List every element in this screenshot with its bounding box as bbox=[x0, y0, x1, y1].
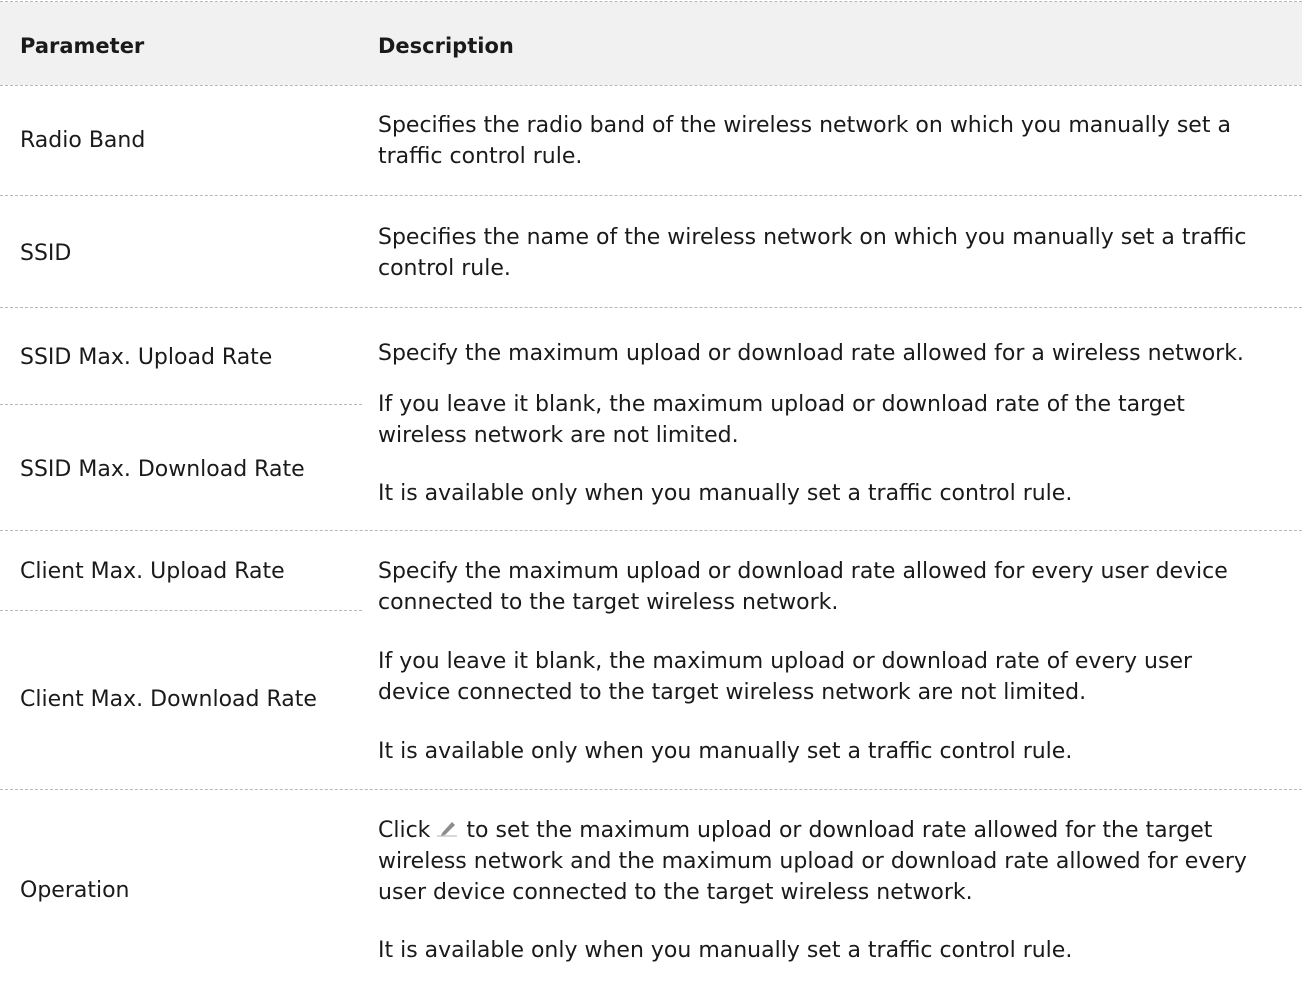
param-client-max-download-rate: Client Max. Download Rate bbox=[20, 687, 317, 712]
desc-ssid-rate-p2-line2: wireless network are not limited. bbox=[378, 423, 739, 448]
param-ssid-max-download-rate: SSID Max. Download Rate bbox=[20, 457, 305, 482]
header-description: Description bbox=[378, 34, 514, 58]
desc-operation-line3: user device connected to the target wire… bbox=[378, 880, 973, 905]
desc-operation-p2: It is available only when you manually s… bbox=[378, 938, 1073, 963]
desc-ssid-rate-p2-line1: If you leave it blank, the maximum uploa… bbox=[378, 392, 1185, 417]
divider bbox=[0, 610, 362, 611]
divider bbox=[0, 404, 362, 405]
desc-radio-band-line2: traffic control rule. bbox=[378, 144, 583, 169]
desc-client-rate-p2-line1: If you leave it blank, the maximum uploa… bbox=[378, 649, 1193, 674]
param-ssid-max-upload-rate: SSID Max. Upload Rate bbox=[20, 345, 273, 370]
desc-radio-band-line1: Specifies the radio band of the wireless… bbox=[378, 113, 1231, 138]
desc-ssid-rate-p1: Specify the maximum upload or download r… bbox=[378, 341, 1244, 366]
divider bbox=[0, 307, 1302, 308]
divider bbox=[0, 530, 1302, 531]
divider bbox=[0, 789, 1302, 790]
table-header bbox=[0, 2, 1302, 85]
desc-ssid-rate-p3: It is available only when you manually s… bbox=[378, 481, 1073, 506]
desc-operation-line1: Click to set the maximum upload or downl… bbox=[378, 815, 1212, 846]
desc-ssid-line1: Specifies the name of the wireless netwo… bbox=[378, 225, 1247, 250]
param-radio-band: Radio Band bbox=[20, 128, 146, 153]
header-parameter: Parameter bbox=[20, 34, 145, 58]
param-client-max-upload-rate: Client Max. Upload Rate bbox=[20, 559, 285, 584]
divider bbox=[0, 195, 1302, 196]
divider bbox=[0, 85, 1302, 86]
divider bbox=[0, 1, 1302, 2]
edit-pencil-icon bbox=[434, 817, 460, 839]
param-ssid: SSID bbox=[20, 241, 72, 266]
parameter-table: Parameter Description Radio Band Specifi… bbox=[0, 0, 1302, 988]
desc-client-rate-p2-line2: device connected to the target wireless … bbox=[378, 680, 1087, 705]
desc-ssid-line2: control rule. bbox=[378, 256, 511, 281]
desc-client-rate-p1-line2: connected to the target wireless network… bbox=[378, 590, 839, 615]
param-operation: Operation bbox=[20, 878, 130, 903]
desc-client-rate-p1-line1: Specify the maximum upload or download r… bbox=[378, 559, 1228, 584]
desc-operation-line2: wireless network and the maximum upload … bbox=[378, 849, 1247, 874]
desc-operation-click: Click bbox=[378, 818, 431, 843]
desc-client-rate-p3: It is available only when you manually s… bbox=[378, 739, 1073, 764]
desc-operation-line1-text: to set the maximum upload or download ra… bbox=[466, 818, 1213, 843]
